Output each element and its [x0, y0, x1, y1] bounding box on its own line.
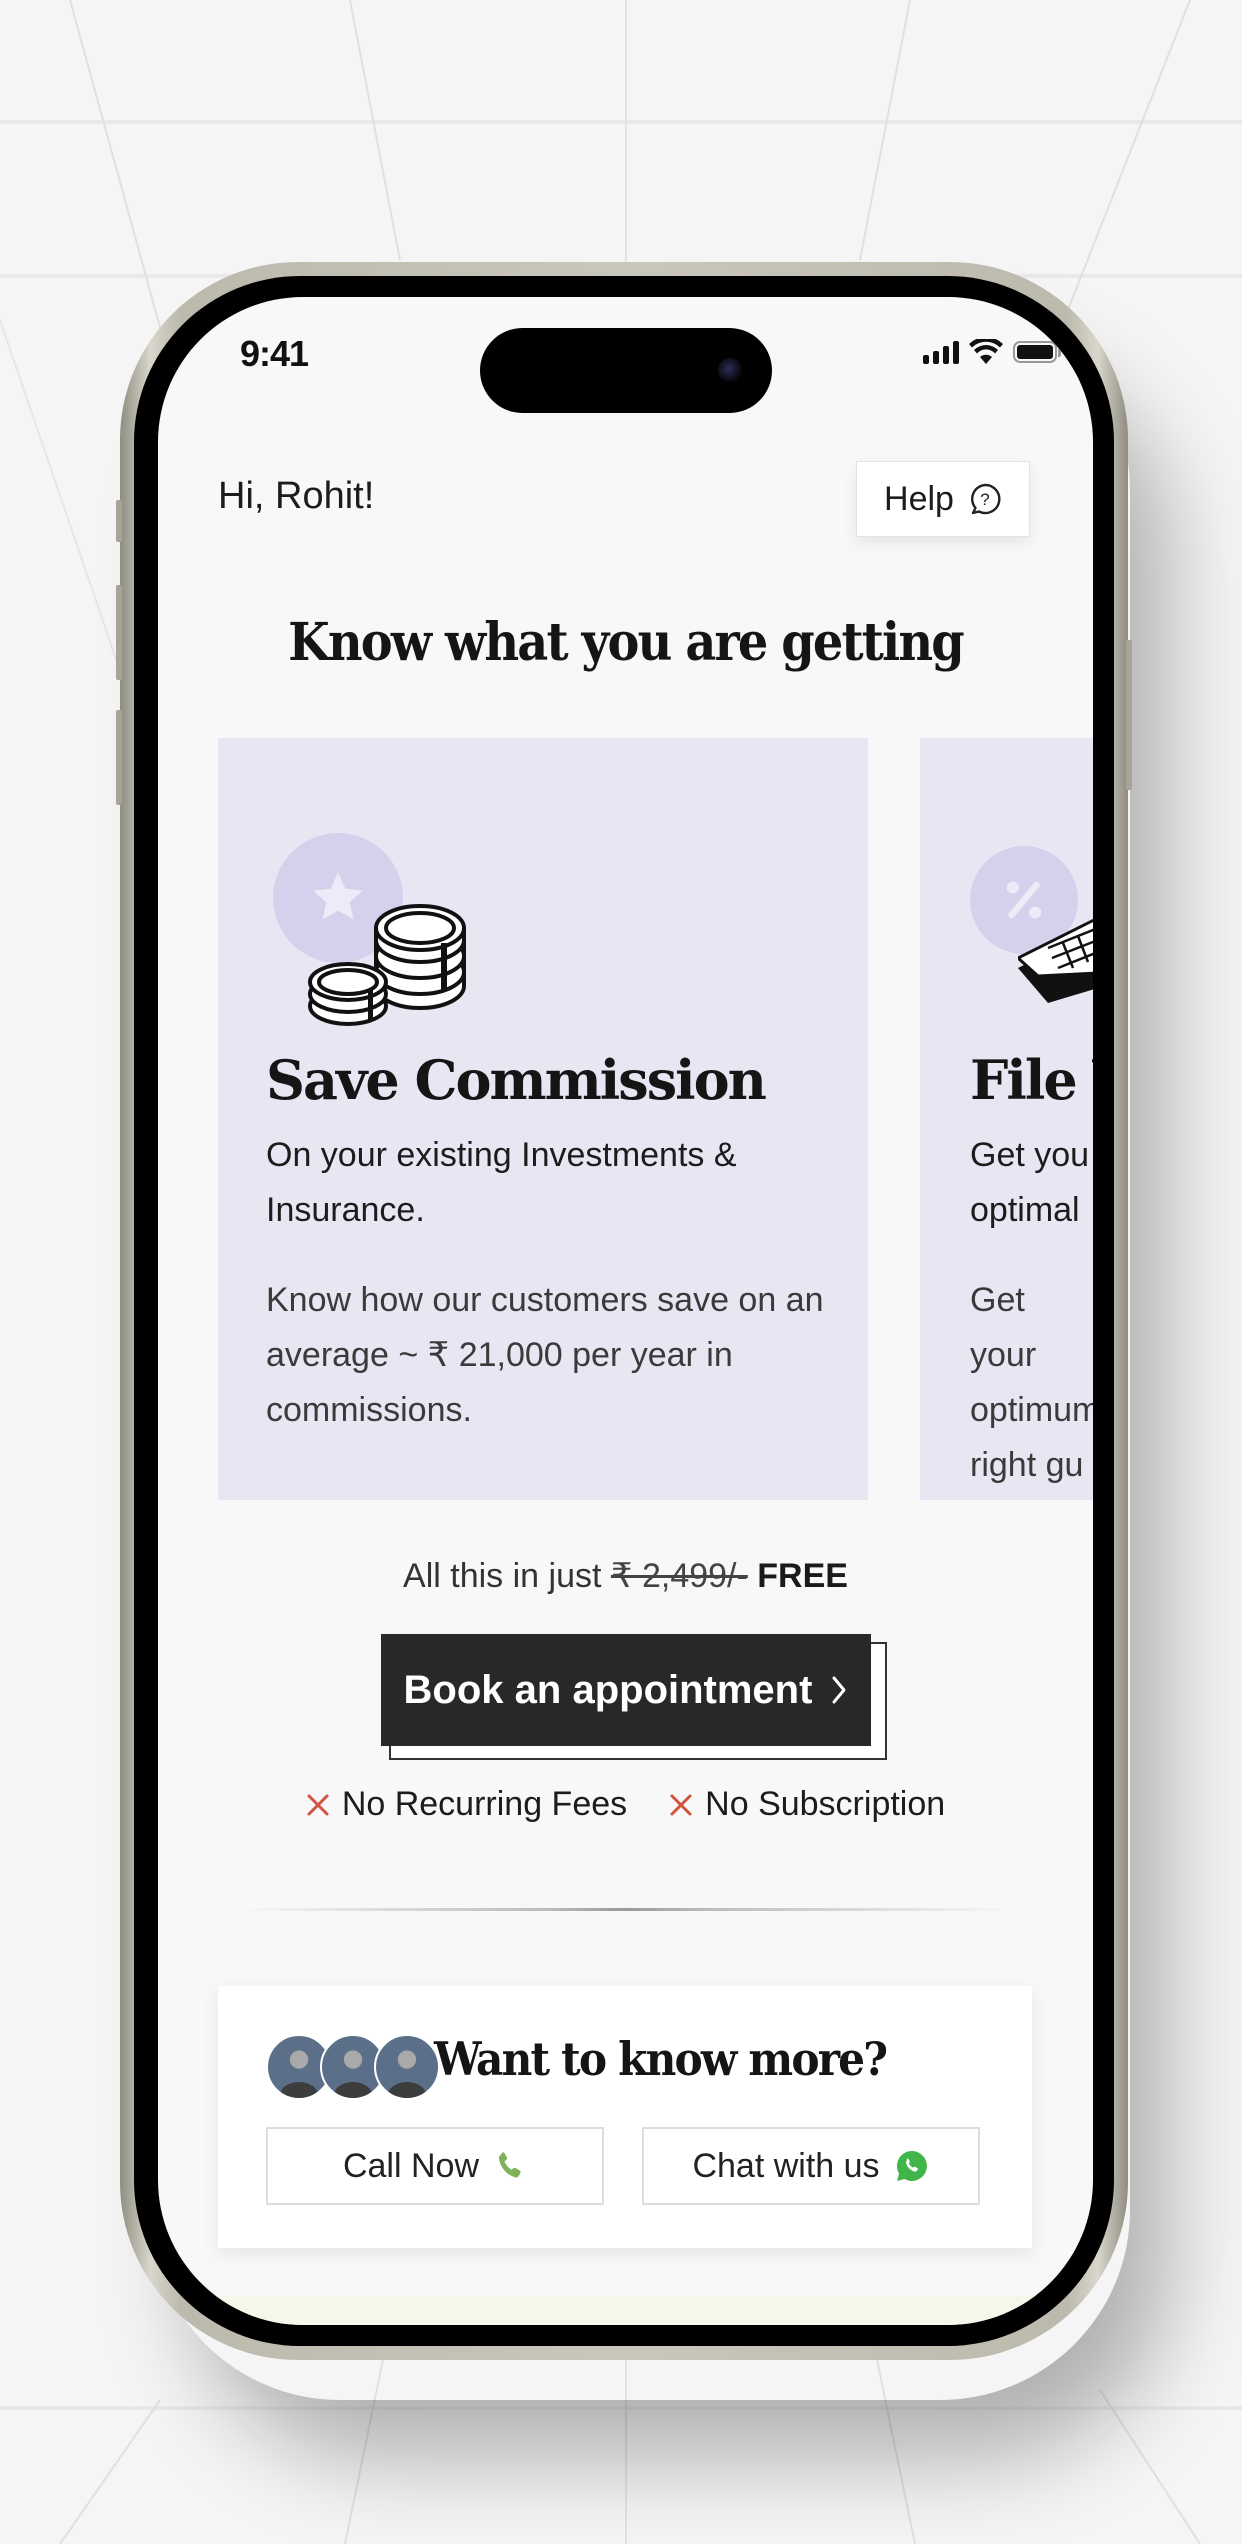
section-title: Know what you are getting — [288, 612, 965, 673]
contact-card: Want to know more? Call Now Chat with us — [218, 1986, 1032, 2248]
section-divider — [238, 1908, 1013, 1911]
current-price: FREE — [757, 1557, 848, 1595]
cross-icon — [307, 1794, 329, 1815]
card-title: Save Commission — [266, 1048, 767, 1112]
chevron-right-icon — [832, 1676, 846, 1704]
phone-power-button — [1126, 640, 1132, 790]
help-button-label: Help — [884, 479, 954, 518]
cellular-signal-icon — [923, 340, 959, 364]
battery-icon — [1013, 341, 1061, 363]
card-title: File Y — [970, 1048, 1093, 1112]
call-now-label: Call Now — [342, 2146, 480, 2185]
avatar — [374, 2034, 440, 2100]
whatsapp-icon — [896, 2151, 927, 2181]
feature-card[interactable]: Save Commission On your existing Investm… — [218, 738, 868, 1500]
card-description: Get your optimum right gu — [970, 1281, 1093, 1484]
card-subtitle: On your existing Investments & Insurance… — [266, 1136, 737, 1229]
contact-title: Want to know more? — [434, 2032, 888, 2086]
pricing-prefix: All this in just — [403, 1557, 602, 1595]
book-appointment-label: Book an appointment — [403, 1667, 813, 1712]
perk-item: No Recurring Fees — [306, 1785, 627, 1824]
calculator-icon — [1018, 918, 1093, 1003]
camera-icon — [718, 358, 742, 382]
help-button[interactable]: Help ? — [856, 461, 1030, 537]
original-price: ₹ 2,499/- — [610, 1557, 748, 1595]
bottom-strip — [158, 2295, 1093, 2325]
cross-icon — [670, 1794, 692, 1815]
svg-text:?: ? — [980, 490, 989, 509]
book-appointment-wrapper: Book an appointment — [381, 1634, 887, 1760]
chat-with-us-button[interactable]: Chat with us — [642, 2127, 980, 2205]
phone-side-button — [116, 500, 122, 542]
status-time: 9:41 — [240, 333, 309, 374]
perk-item: No Subscription — [669, 1785, 945, 1824]
chat-with-us-label: Chat with us — [692, 2146, 880, 2185]
perk-label: No Subscription — [705, 1785, 946, 1823]
phone-screen: 9:41 Hi, Rohit! Help ? Know what you are… — [158, 297, 1093, 2325]
perk-label: No Recurring Fees — [341, 1785, 628, 1823]
greeting: Hi, Rohit! — [218, 475, 375, 517]
wifi-icon — [969, 339, 1003, 364]
phone-icon — [498, 2152, 521, 2178]
status-icons — [923, 339, 1061, 365]
phone-volume-down-button — [116, 710, 122, 805]
call-now-button[interactable]: Call Now — [266, 2127, 604, 2205]
advisor-avatars — [266, 2034, 440, 2100]
feature-card[interactable]: File Y Get you optimal Get your optimum … — [920, 738, 1093, 1500]
question-chat-icon: ? — [970, 483, 1001, 515]
book-appointment-button[interactable]: Book an appointment — [381, 1634, 871, 1746]
features-carousel[interactable]: Save Commission On your existing Investm… — [218, 738, 1093, 1500]
perks-list: No Recurring Fees No Subscription — [158, 1785, 1093, 1824]
card-description: Know how our customers save on an averag… — [266, 1281, 824, 1429]
pricing-line: All this in just ₹ 2,499/- FREE — [158, 1556, 1093, 1596]
phone-volume-up-button — [116, 585, 122, 680]
card-subtitle: Get you optimal — [970, 1136, 1090, 1229]
coins-icon — [308, 904, 466, 1026]
dynamic-island — [480, 328, 772, 413]
